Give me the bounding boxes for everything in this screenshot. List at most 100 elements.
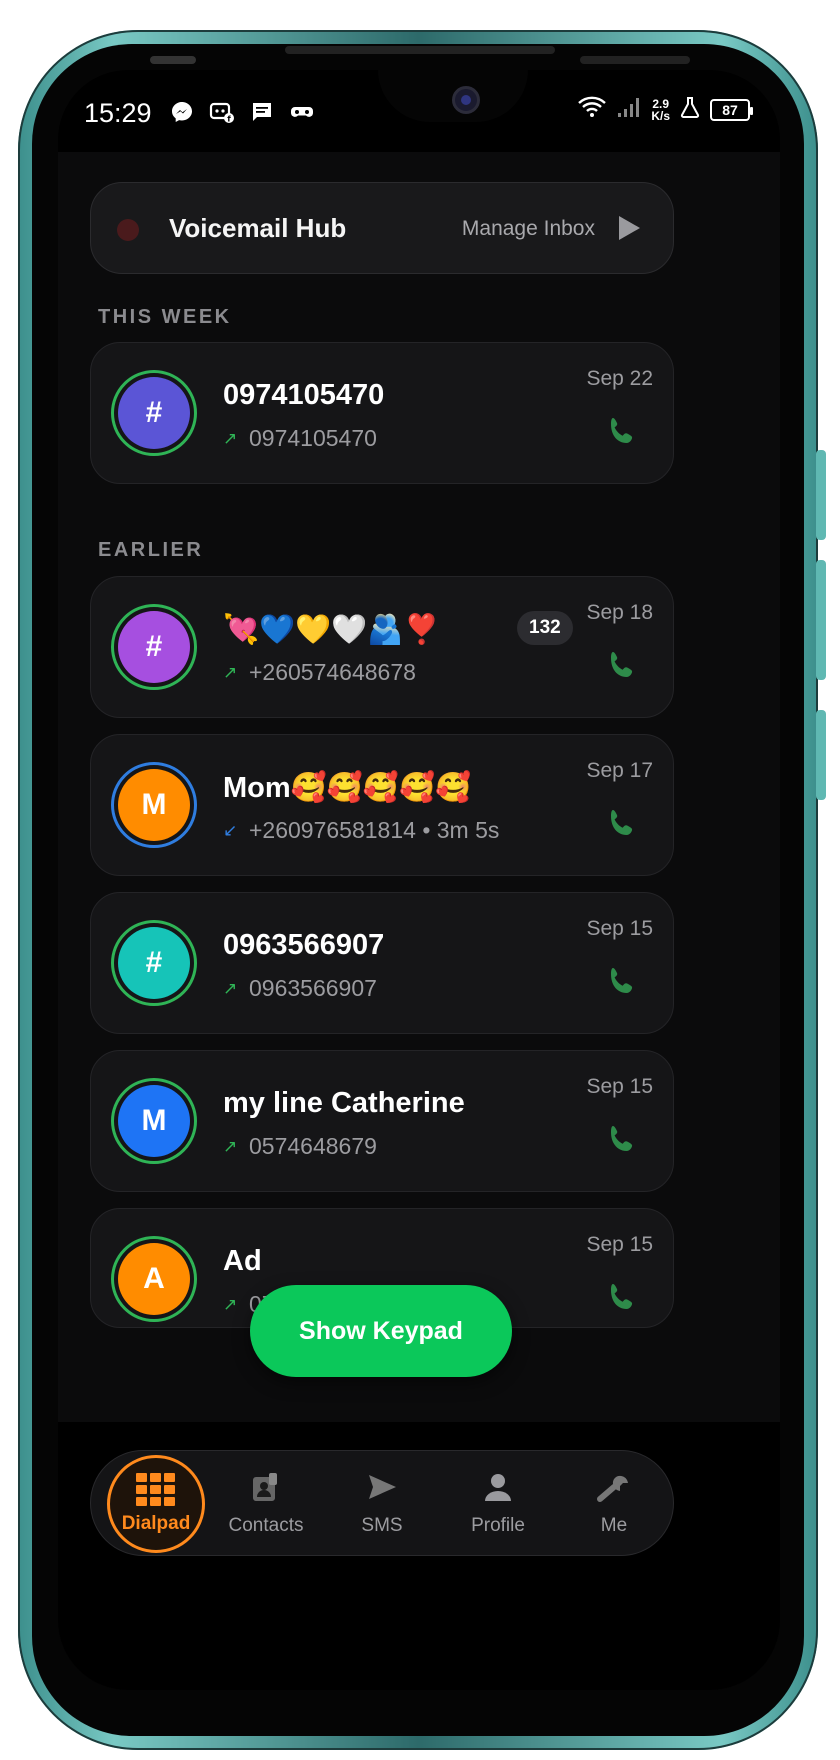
gamepad-icon — [288, 98, 316, 126]
call-date: Sep 17 — [586, 759, 653, 782]
nav-me[interactable]: Me — [559, 1451, 669, 1557]
call-detail: ↗ 0574648679 — [223, 1133, 377, 1160]
contacts-icon — [249, 1471, 283, 1509]
call-date: Sep 15 — [586, 917, 653, 940]
call-direction-icon: ↗ — [223, 978, 238, 998]
call-number: +260574648678 — [249, 659, 416, 685]
call-date: Sep 18 — [586, 601, 653, 624]
voicemail-status-dot — [117, 219, 139, 241]
contact-name: Mom🥰🥰🥰🥰🥰 — [223, 772, 472, 804]
call-detail: ↗ 0974105470 — [223, 425, 377, 452]
wrench-icon — [596, 1471, 632, 1509]
avatar-ring: M — [111, 1078, 197, 1164]
show-keypad-button[interactable]: Show Keypad — [250, 1285, 512, 1377]
avatar: M — [118, 769, 190, 841]
svg-text:f: f — [227, 115, 231, 124]
notification-icons: f — [168, 98, 316, 126]
bottom-nav: Dialpad Contacts SMS Profile Me — [90, 1450, 674, 1556]
avatar-ring: M — [111, 762, 197, 848]
call-history-item[interactable]: #0963566907 ↗ 0963566907 Sep 15 — [90, 892, 674, 1034]
nav-sms-label: SMS — [361, 1515, 403, 1536]
voicemail-hub-card[interactable]: Voicemail Hub Manage Inbox — [90, 182, 674, 274]
call-detail: ↙ +260976581814 • 3m 5s — [223, 817, 499, 844]
avatar: # — [118, 611, 190, 683]
nav-me-label: Me — [600, 1515, 628, 1536]
call-history-item[interactable]: #0974105470 ↗ 0974105470 Sep 22 — [90, 342, 674, 484]
sensor — [580, 56, 690, 64]
nav-dialpad[interactable]: Dialpad — [107, 1455, 205, 1553]
call-number: 0974105470 — [249, 425, 377, 451]
call-history-item[interactable]: # 💘💙💛🤍🫂❣️ ↗ +260574648678 Sep 18 132 — [90, 576, 674, 718]
nav-contacts-label: Contacts — [228, 1515, 304, 1536]
dialpad-icon — [136, 1473, 176, 1513]
signal-icon — [617, 96, 641, 123]
net-speed: 2.9 K/s — [651, 98, 670, 122]
phone-icon[interactable] — [605, 965, 639, 999]
call-detail: ↗ +260574648678 — [223, 659, 416, 686]
nav-sms[interactable]: SMS — [327, 1451, 437, 1557]
nav-dialpad-label: Dialpad — [121, 1513, 191, 1534]
screen: 15:29 f 2.9 K/s 87 Voicemail Hub Manage … — [58, 70, 780, 1690]
bottom-nav-area: Dialpad Contacts SMS Profile Me — [58, 1422, 780, 1690]
call-number: +260976581814 • 3m 5s — [249, 817, 500, 843]
call-direction-icon: ↗ — [223, 1294, 238, 1314]
flask-icon — [680, 96, 700, 123]
status-time: 15:29 — [84, 98, 152, 128]
contact-name: my line Catherine — [223, 1087, 465, 1119]
avatar-ring: # — [111, 920, 197, 1006]
call-number: 0963566907 — [249, 975, 377, 1001]
section-this-week: THIS WEEK — [98, 306, 232, 328]
phone-icon[interactable] — [605, 1281, 639, 1315]
phone-icon[interactable] — [605, 1123, 639, 1157]
call-direction-icon: ↗ — [223, 662, 238, 682]
avatar: # — [118, 927, 190, 999]
call-number: 0574648679 — [249, 1133, 377, 1159]
call-history-item[interactable]: Mmy line Catherine ↗ 0574648679 Sep 15 — [90, 1050, 674, 1192]
net-speed-unit: K/s — [651, 108, 670, 123]
avatar: A — [118, 1243, 190, 1315]
avatar-ring: # — [111, 370, 197, 456]
messenger-bot-icon: f — [208, 98, 236, 126]
volume-down-button — [816, 560, 826, 680]
system-icons: 2.9 K/s 87 — [577, 96, 753, 123]
phone-icon[interactable] — [605, 649, 639, 683]
avatar-ring: A — [111, 1236, 197, 1322]
power-button — [816, 710, 826, 800]
call-date: Sep 22 — [586, 367, 653, 390]
manage-inbox-link[interactable]: Manage Inbox — [462, 217, 595, 241]
battery-level: 87 — [722, 101, 738, 118]
call-date: Sep 15 — [586, 1233, 653, 1256]
front-camera — [452, 86, 480, 114]
play-icon[interactable] — [615, 213, 643, 243]
call-date: Sep 15 — [586, 1075, 653, 1098]
section-earlier: EARLIER — [98, 539, 204, 561]
earpiece-speaker — [285, 46, 555, 54]
nav-profile-label: Profile — [471, 1515, 525, 1536]
phone-icon[interactable] — [605, 415, 639, 449]
messenger-icon — [168, 98, 196, 126]
call-direction-icon: ↗ — [223, 1136, 238, 1156]
contact-name: 0974105470 — [223, 379, 385, 411]
call-history-item[interactable]: M Mom🥰🥰🥰🥰🥰 ↙ +260976581814 • 3m 5s Sep 17 — [90, 734, 674, 876]
call-direction-icon: ↙ — [223, 820, 238, 840]
nav-contacts[interactable]: Contacts — [211, 1451, 321, 1557]
phone-icon[interactable] — [605, 807, 639, 841]
call-detail: ↗ 0963566907 — [223, 975, 377, 1002]
voicemail-title: Voicemail Hub — [169, 213, 347, 243]
contact-name: 💘💙💛🤍🫂❣️ — [223, 614, 440, 646]
contact-name: 0963566907 — [223, 929, 385, 961]
contact-name: Ad — [223, 1245, 262, 1277]
battery-icon: 87 — [710, 98, 753, 121]
nav-profile[interactable]: Profile — [443, 1451, 553, 1557]
wifi-icon — [577, 96, 607, 123]
call-direction-icon: ↗ — [223, 428, 238, 448]
message-icon — [248, 98, 276, 126]
avatar: # — [118, 377, 190, 449]
avatar: M — [118, 1085, 190, 1157]
send-icon — [366, 1471, 398, 1509]
message-count-badge: 132 — [517, 611, 573, 645]
avatar-ring: # — [111, 604, 197, 690]
net-speed-value: 2.9 — [652, 96, 669, 111]
volume-up-button — [816, 450, 826, 540]
person-icon — [482, 1471, 514, 1509]
